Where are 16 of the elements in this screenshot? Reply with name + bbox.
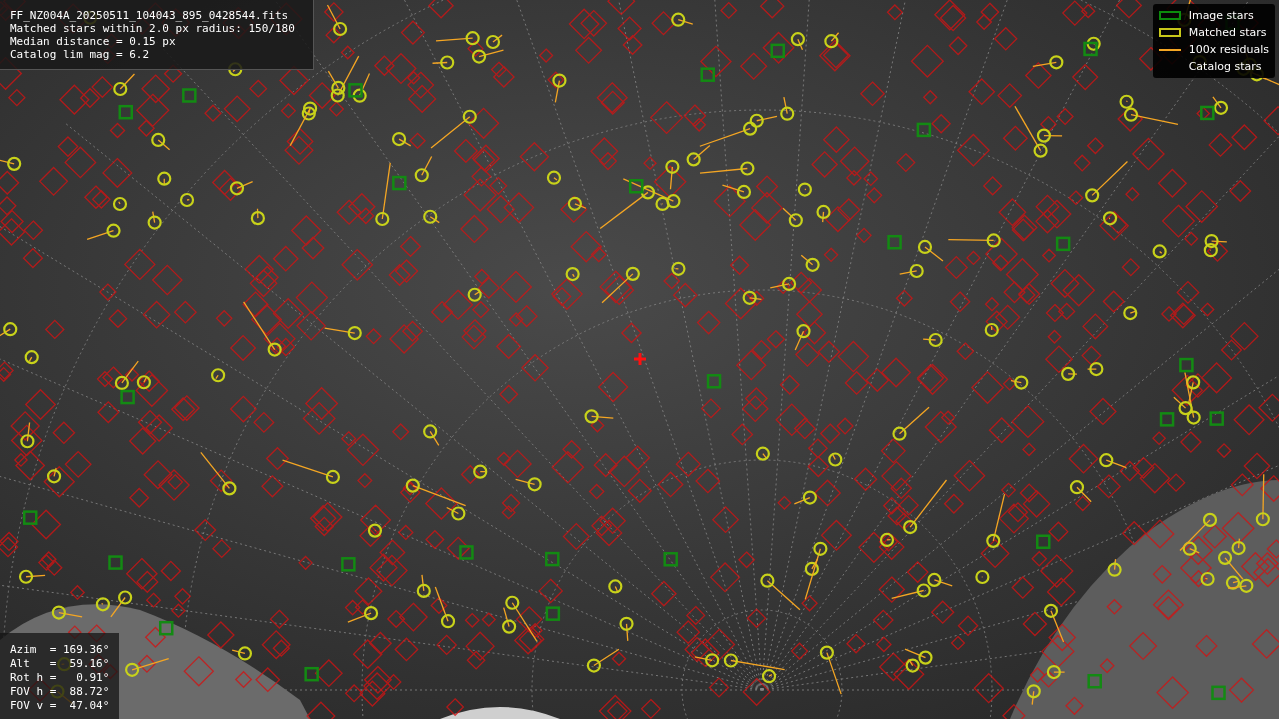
info-text: Matched stars within 2.0 px radius: 150/180 — [10, 22, 295, 35]
legend-label: Catalog stars — [1188, 60, 1262, 73]
pointing-text: Azim = 169.36° — [10, 643, 110, 657]
residual-line-icon — [1158, 48, 1181, 51]
image-star-swatch-icon — [1158, 11, 1181, 20]
legend-label: 100x residuals — [1188, 43, 1269, 56]
legend-label: Matched stars — [1188, 26, 1267, 39]
pointing-text: Rot h = 0.91° — [10, 671, 110, 685]
pointing-text: FOV h = 88.72° — [10, 685, 110, 699]
info-text: FF_NZ004A_20250511_104043_895_0428544.fits — [10, 9, 290, 22]
info-text: Catalog lim mag = 6.2 — [10, 48, 151, 61]
pointing-text: FOV v = 47.04° — [10, 699, 110, 713]
info-text: Median distance = 0.15 px — [10, 35, 177, 48]
matched-star-swatch-icon — [1158, 28, 1181, 37]
pointing-text: Alt = 59.16° — [10, 657, 110, 671]
legend-label: Image stars — [1188, 9, 1254, 22]
